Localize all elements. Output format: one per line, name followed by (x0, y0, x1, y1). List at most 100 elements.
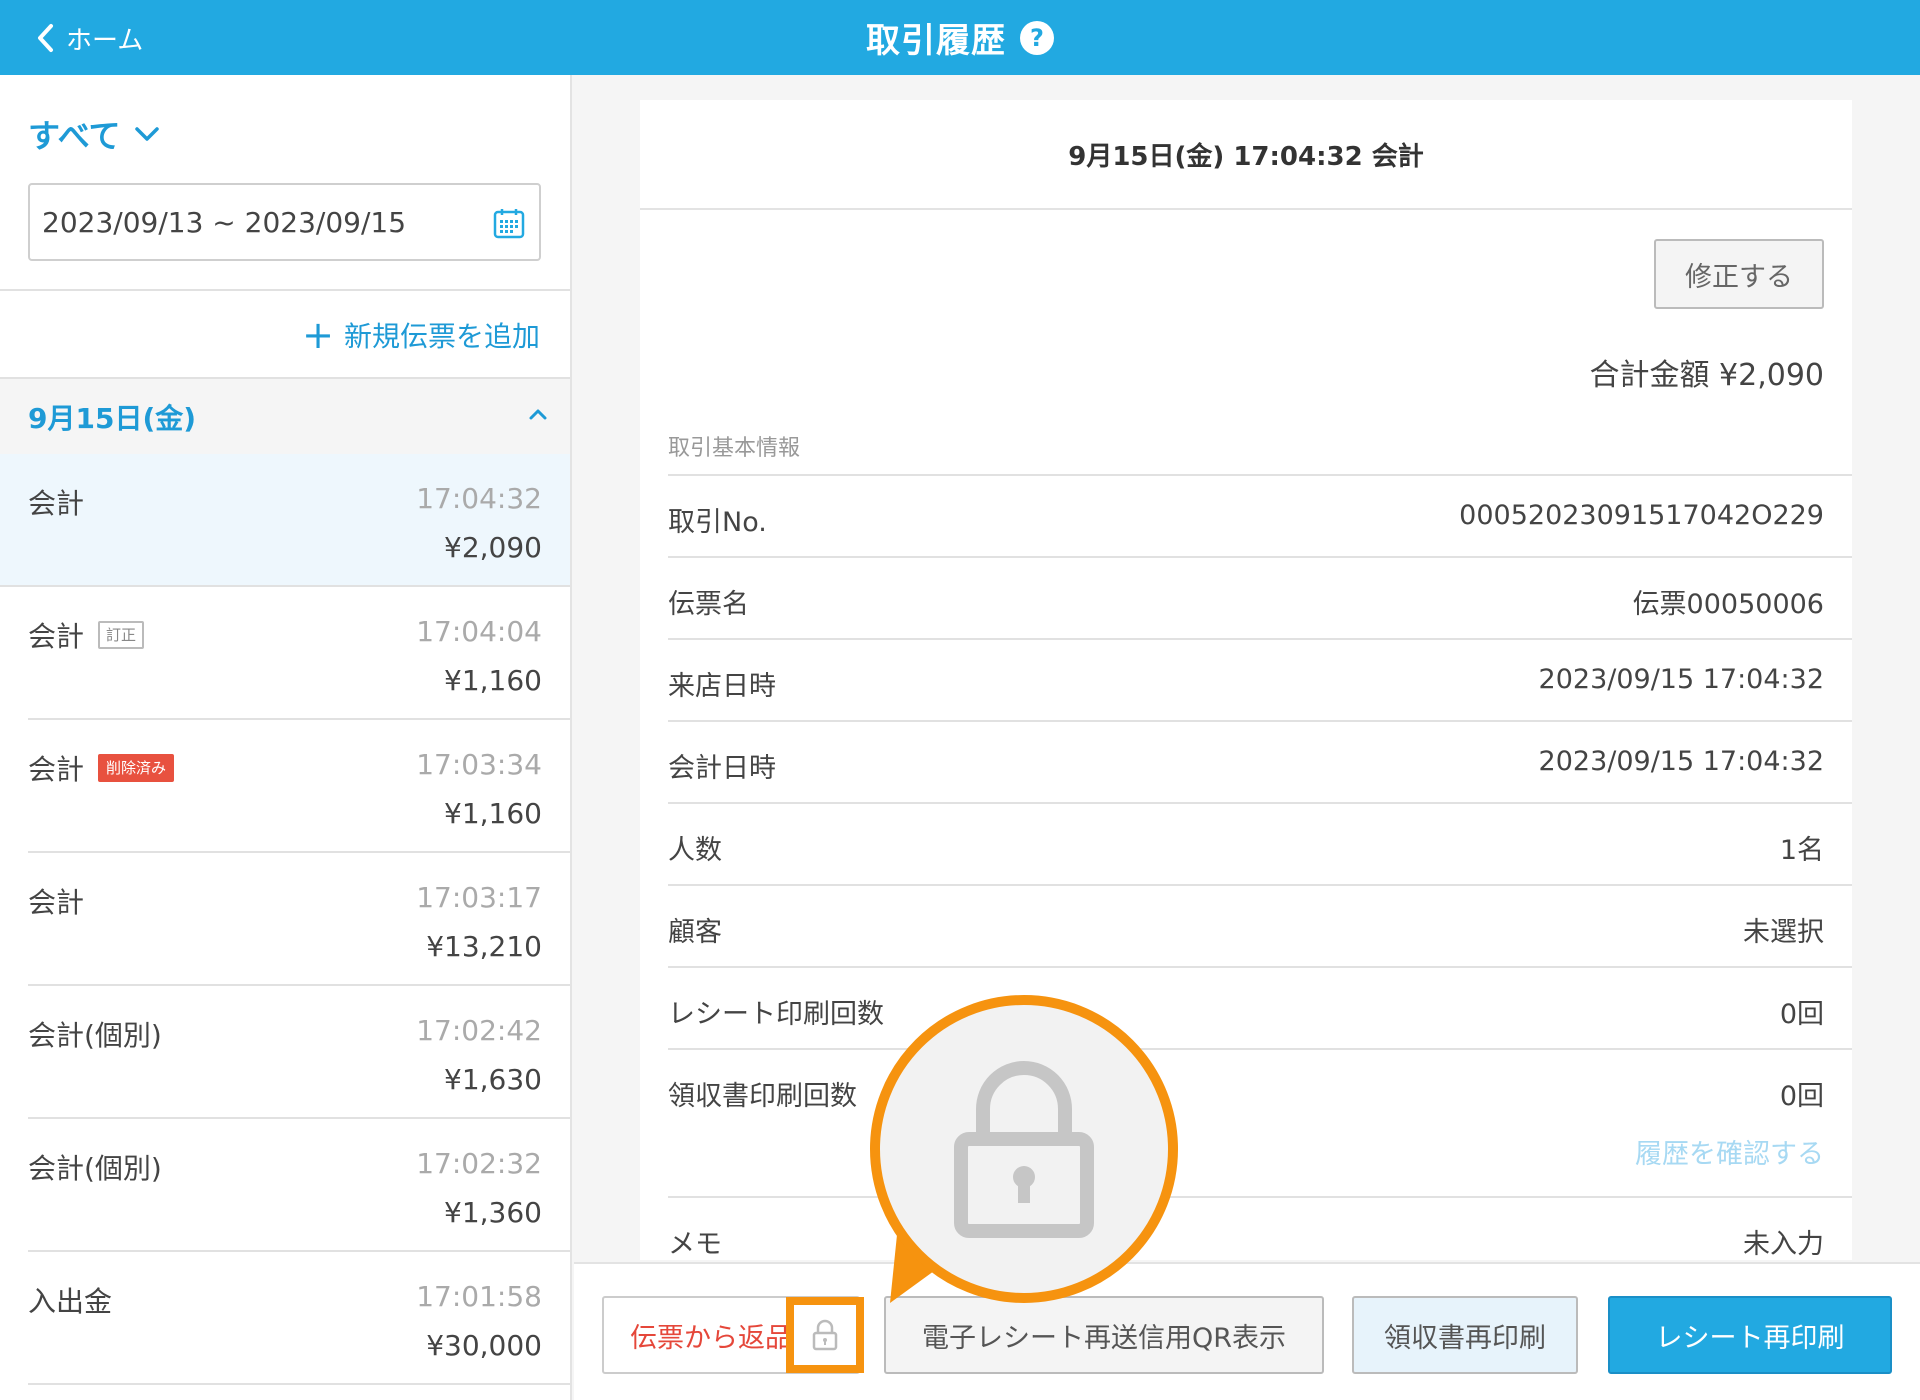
row-label: 会計日時 (668, 753, 776, 784)
calendar-icon[interactable] (493, 207, 525, 239)
detail-row: レシート印刷回数 0回 (668, 966, 1852, 1048)
deleted-badge: 削除済み (98, 754, 175, 782)
transaction-item[interactable]: 会計(個別) 17:02:32 ¥1,360 (28, 1119, 570, 1252)
transaction-item[interactable]: 会計(個別) 17:02:42 ¥1,630 (28, 986, 570, 1119)
row-label: 人数 (668, 835, 722, 866)
transaction-amount: ¥2,090 (444, 531, 542, 564)
row-label: レシート印刷回数 (668, 999, 884, 1030)
detail-row: 人数 1名 (668, 802, 1852, 884)
transaction-detail-card: 9月15日(金) 17:04:32 会計 修正する 合計金額 ¥2,090 取引… (640, 100, 1852, 1260)
transaction-list: 会計 17:04:32 ¥2,090 会計 訂正 17:04:04 ¥1,160 … (0, 454, 570, 1385)
transaction-item[interactable]: 入出金 17:01:58 ¥30,000 (28, 1252, 570, 1385)
chevron-down-icon (135, 127, 160, 141)
row-value: 00052023091517042O229 (1459, 500, 1824, 531)
section-heading: 取引基本情報 (668, 436, 801, 461)
transaction-time: 17:03:17 (416, 881, 542, 914)
detail-row: 領収書印刷回数 0回 履歴を確認する (668, 1048, 1852, 1196)
transaction-item[interactable]: 会計 訂正 17:04:04 ¥1,160 (28, 587, 570, 720)
detail-row: メモ 未入力 (668, 1196, 1852, 1260)
transaction-amount: ¥1,160 (444, 664, 542, 697)
row-value: 未入力 (1743, 1229, 1824, 1260)
row-label: 伝票名 (668, 589, 749, 620)
transaction-type: 会計(個別) (28, 1152, 162, 1185)
action-toolbar: 伝票から返品 電子レシート再送信用QR表示 領収書再印刷 レシート再印刷 (574, 1262, 1920, 1400)
transaction-time: 17:04:32 (416, 482, 542, 515)
date-group-label: 9月15日(金) (28, 401, 197, 435)
transaction-name: 会計(個別) (28, 1014, 162, 1054)
e-receipt-qr-button[interactable]: 電子レシート再送信用QR表示 (884, 1296, 1324, 1374)
transaction-name: 入出金 (28, 1280, 112, 1320)
detail-row: 伝票名 伝票00050006 (668, 556, 1852, 638)
filter-label: すべて (28, 117, 121, 155)
plus-icon: + (302, 313, 334, 357)
reprint-slip-button[interactable]: レシート再印刷 (1608, 1296, 1892, 1374)
row-value: 伝票00050006 (1632, 589, 1824, 620)
chevron-left-icon (38, 24, 53, 52)
detail-row: 来店日時 2023/09/15 17:04:32 (668, 638, 1852, 720)
filter-dropdown[interactable]: すべて (28, 111, 160, 157)
add-slip-label: 新規伝票を追加 (343, 320, 540, 353)
transaction-name: 会計 (28, 482, 84, 522)
row-label: 顧客 (668, 917, 722, 948)
transaction-type: 入出金 (28, 1285, 113, 1318)
transaction-type: 会計 (28, 620, 85, 653)
view-history-link[interactable]: 履歴を確認する (1635, 1132, 1824, 1171)
detail-row: 会計日時 2023/09/15 17:04:32 (668, 720, 1852, 802)
transaction-name: 会計 訂正 (28, 615, 145, 655)
row-label: 領収書印刷回数 (668, 1081, 857, 1112)
chevron-up-icon (529, 409, 547, 420)
edit-button[interactable]: 修正する (1654, 239, 1824, 309)
corrected-badge: 訂正 (98, 621, 145, 649)
transaction-item[interactable]: 会計 削除済み 17:03:34 ¥1,160 (28, 720, 570, 853)
detail-rows: 取引No. 00052023091517042O229 伝票名 伝票000500… (668, 474, 1852, 1260)
row-label: 来店日時 (668, 671, 776, 702)
add-slip-button[interactable]: + 新規伝票を追加 (302, 315, 540, 355)
help-icon[interactable]: ? (1020, 20, 1054, 55)
date-range-input[interactable]: 2023/09/13 ~ 2023/09/15 (28, 183, 541, 261)
row-value: 2023/09/15 17:04:32 (1538, 746, 1824, 777)
row-value: 0回 (1779, 1081, 1824, 1112)
transaction-amount: ¥1,360 (444, 1196, 542, 1229)
row-value: 0回 (1779, 999, 1824, 1030)
magnified-lock-callout (870, 995, 1178, 1303)
row-value: 未選択 (1743, 917, 1824, 948)
transaction-amount: ¥13,210 (426, 930, 542, 963)
transaction-amount: ¥1,630 (444, 1063, 542, 1096)
transaction-time: 17:02:32 (416, 1147, 542, 1180)
transaction-type: 会計 (28, 753, 85, 786)
app-header: 取引履歴 ? ホーム (0, 0, 1920, 75)
date-range-value: 2023/09/13 ~ 2023/09/15 (42, 205, 407, 239)
transaction-time: 17:02:42 (416, 1014, 542, 1047)
transaction-item[interactable]: 会計 17:04:32 ¥2,090 (0, 454, 570, 587)
transaction-amount: ¥30,000 (426, 1329, 542, 1362)
transaction-time: 17:04:04 (416, 615, 542, 648)
reprint-receipt-button[interactable]: 領収書再印刷 (1352, 1296, 1578, 1374)
back-label: ホーム (66, 25, 144, 56)
transaction-type: 会計 (28, 487, 85, 520)
transaction-time: 17:03:34 (416, 748, 542, 781)
transaction-type: 会計 (28, 886, 85, 919)
back-button[interactable]: ホーム (36, 18, 143, 58)
divider (0, 289, 570, 291)
date-group-header[interactable]: 9月15日(金) (0, 379, 570, 454)
lock-icon (954, 1061, 1094, 1238)
detail-title: 9月15日(金) 17:04:32 会計 (640, 100, 1852, 210)
total-amount: 合計金額 ¥2,090 (1589, 358, 1824, 393)
transaction-type: 会計(個別) (28, 1019, 162, 1052)
transaction-time: 17:01:58 (416, 1280, 542, 1313)
transaction-sidebar: すべて 2023/09/13 ~ 2023/09/15 + 新規伝票を追加 9月… (0, 75, 572, 1400)
transaction-name: 会計 (28, 881, 84, 921)
transaction-item[interactable]: 会計 17:03:17 ¥13,210 (28, 853, 570, 986)
page-title: 取引履歴 (866, 21, 1006, 61)
return-label: 伝票から返品 (630, 1322, 792, 1354)
transaction-amount: ¥1,160 (444, 797, 542, 830)
row-value: 2023/09/15 17:04:32 (1538, 664, 1824, 695)
row-value: 1名 (1779, 835, 1824, 866)
title-area: 取引履歴 ? (0, 0, 1920, 75)
row-label: メモ (668, 1229, 722, 1260)
lock-highlight (786, 1297, 864, 1373)
lock-icon (812, 1319, 838, 1351)
detail-row: 取引No. 00052023091517042O229 (668, 474, 1852, 556)
transaction-name: 会計(個別) (28, 1147, 162, 1187)
row-label: 取引No. (668, 507, 767, 538)
